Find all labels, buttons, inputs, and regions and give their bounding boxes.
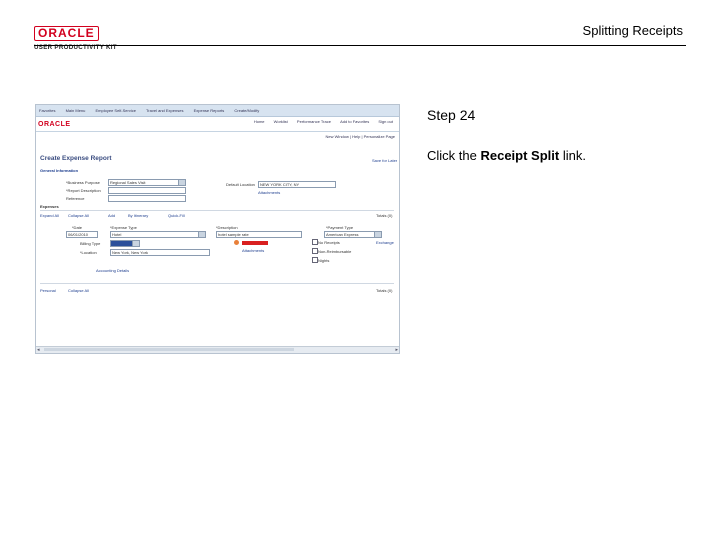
general-info-link[interactable]: General Information: [40, 168, 78, 173]
cursor-highlight: [234, 240, 239, 245]
attachments-line-link[interactable]: Attachments: [242, 248, 264, 253]
reference-input[interactable]: [108, 195, 186, 202]
expense-type-select[interactable]: [110, 231, 202, 238]
totals-bottom-label: Totals (0): [376, 288, 393, 293]
receipt-split-link[interactable]: [242, 241, 268, 245]
exchange-link[interactable]: Exchange: [376, 240, 394, 245]
non-reimbursable-label: Non-Reimbursable: [318, 249, 352, 254]
nav-item-favorites[interactable]: Favorites: [39, 108, 55, 113]
expense-type-dropdown-icon[interactable]: [198, 231, 206, 238]
description-label: *Description: [216, 225, 238, 230]
default-location-label: Default Location: [226, 182, 255, 187]
report-title: Create Expense Report: [40, 155, 112, 162]
collapse-all-bottom-link[interactable]: Collapse All: [68, 288, 89, 293]
billing-type-dropdown-icon[interactable]: [132, 240, 140, 247]
instruction-text: Click the Receipt Split link.: [427, 148, 586, 163]
location-label: *Location: [80, 250, 97, 255]
report-description-input[interactable]: [108, 187, 186, 194]
collapse-all-link[interactable]: Collapse All: [68, 213, 89, 218]
top-links: Home Worklist Performance Trace Add to F…: [246, 119, 393, 124]
business-purpose-dropdown-icon[interactable]: [178, 179, 186, 186]
default-location-value: NEW YORK CITY, NY: [260, 182, 300, 187]
attachments-link[interactable]: Attachments: [258, 190, 280, 195]
sign-out-link[interactable]: Sign out: [378, 119, 393, 124]
performance-trace-link[interactable]: Performance Trace: [297, 119, 331, 124]
reference-label: Reference: [66, 196, 85, 201]
nav-item-create-modify[interactable]: Create/Modify: [234, 108, 259, 113]
description-value: hotel sample rate: [218, 232, 249, 237]
expense-type-label: *Expense Type: [110, 225, 137, 230]
expenses-divider: [40, 210, 394, 211]
expenses-label: Expenses: [40, 204, 59, 209]
billing-type-label: Billing Type: [80, 241, 101, 246]
scroll-thumb[interactable]: [44, 348, 294, 351]
home-link[interactable]: Home: [254, 119, 265, 124]
by-itinerary-link[interactable]: By Itinerary: [128, 213, 148, 218]
scroll-right-icon[interactable]: ▸: [395, 347, 398, 353]
horizontal-scrollbar[interactable]: ◂ ▸: [36, 346, 399, 353]
lines-divider: [40, 283, 394, 284]
quick-fill-link[interactable]: Quick-Fill: [168, 213, 185, 218]
add-favorites-link[interactable]: Add to Favorites: [340, 119, 369, 124]
nav-item-employee-self-service[interactable]: Employee Self-Service: [96, 108, 136, 113]
expense-type-value: Hotel: [112, 232, 122, 237]
instruction-suffix: link.: [559, 148, 586, 163]
add-link[interactable]: Add: [108, 213, 115, 218]
nights-label: Nights: [318, 258, 330, 263]
no-receipt-label: No Receipts: [318, 240, 340, 245]
nav-item-travel-expenses[interactable]: Travel and Expenses: [146, 108, 183, 113]
app-screenshot: Favorites Main Menu Employee Self-Servic…: [35, 104, 400, 354]
expand-all-link[interactable]: Expand All: [40, 213, 59, 218]
billing-type-select[interactable]: [110, 240, 134, 247]
brand-logo: ORACLE: [38, 121, 71, 128]
save-for-later-link[interactable]: Save for Later: [372, 158, 397, 163]
payment-type-dropdown-icon[interactable]: [374, 231, 382, 238]
breadcrumb-nav: Favorites Main Menu Employee Self-Servic…: [36, 105, 399, 117]
business-purpose-value: Regional Sales Visit: [110, 180, 146, 185]
instruction-target: Receipt Split: [480, 148, 560, 163]
report-description-label: *Report Description: [66, 188, 101, 193]
oracle-upk-logo: ORACLE USER PRODUCTIVITY KIT: [34, 24, 124, 51]
totals-label: Totals (0): [376, 213, 393, 218]
personal-link[interactable]: Personal: [40, 288, 56, 293]
date-value: 06/01/2010: [68, 232, 89, 237]
brand-bar: ORACLE Home Worklist Performance Trace A…: [36, 117, 399, 132]
oracle-logo-text: ORACLE: [34, 26, 99, 41]
header-divider: [34, 45, 686, 46]
nav-item-main-menu[interactable]: Main Menu: [66, 108, 86, 113]
nav-item-expense-reports[interactable]: Expense Reports: [194, 108, 225, 113]
location-value: New York, New York: [112, 250, 149, 255]
payment-type-value: American Express: [326, 232, 359, 237]
business-purpose-label: *Business Purpose: [66, 180, 100, 185]
scroll-left-icon[interactable]: ◂: [37, 347, 40, 353]
payment-type-label: *Payment Type: [326, 225, 354, 230]
page-title: Splitting Receipts: [582, 23, 683, 38]
worklist-link[interactable]: Worklist: [274, 119, 288, 124]
accounting-details-link[interactable]: Accounting Details: [96, 268, 129, 273]
date-label: *Date: [72, 225, 83, 230]
instruction-prefix: Click the: [427, 148, 481, 163]
step-number: Step 24: [427, 107, 476, 123]
new-window-links[interactable]: New Window | Help | Personalize Page: [326, 134, 395, 139]
